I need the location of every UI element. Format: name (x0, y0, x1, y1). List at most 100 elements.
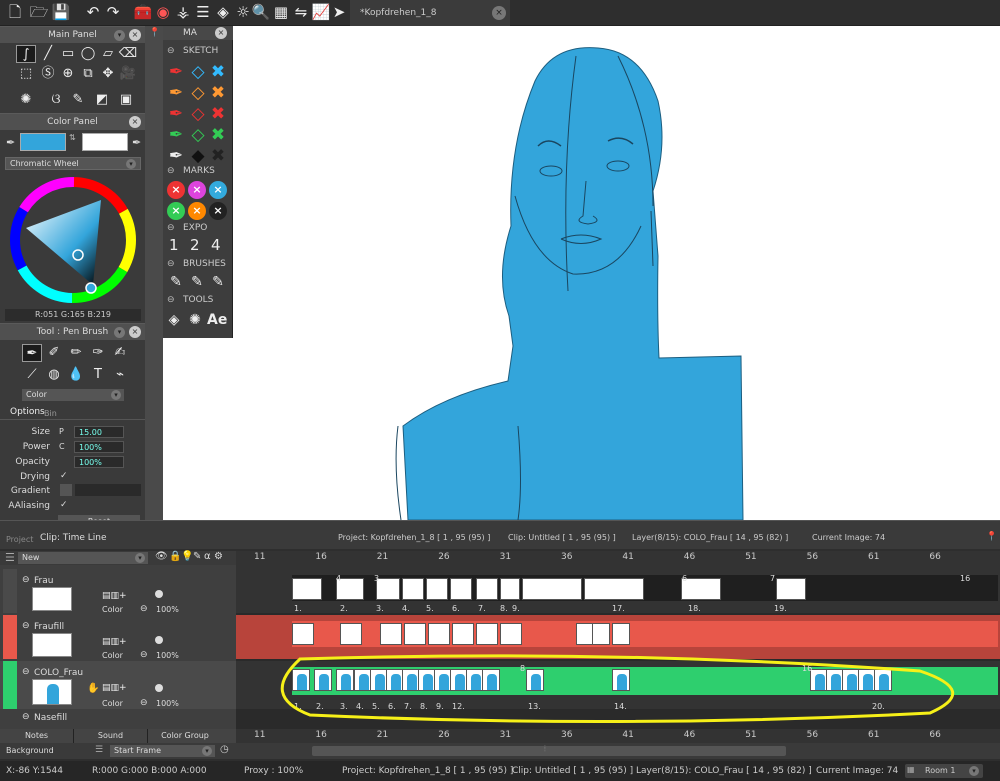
close-panel-icon[interactable]: × (215, 27, 227, 39)
bucket-icon[interactable]: ◈ (212, 2, 234, 24)
pen-black-icon[interactable]: ✒ (167, 147, 185, 165)
mark-orange-icon[interactable]: × (188, 202, 206, 220)
marks-section-label[interactable]: MARKS (163, 164, 233, 178)
tab-bin[interactable]: Bin (44, 409, 57, 418)
panel-menu-icon[interactable]: ▾ (114, 30, 125, 41)
new-file-icon[interactable]: 🗋 (4, 2, 26, 24)
save-icon[interactable]: 💾 (50, 2, 72, 24)
layer-row-nasefill[interactable]: ⊖ Nasefill (0, 711, 236, 725)
polygon-tool-icon[interactable]: ▱ (98, 45, 118, 63)
expo-section-label[interactable]: EXPO (163, 221, 233, 235)
brush-preset-2-icon[interactable]: ✎ (188, 273, 206, 291)
line-tool-icon[interactable]: ╱ (38, 45, 58, 63)
collapse-icon[interactable]: ⊖ (22, 712, 30, 722)
clear-red-icon[interactable]: ✖ (209, 105, 227, 123)
smooth-tool-icon[interactable]: ଓ (46, 91, 66, 109)
lightbox-icon[interactable]: ⚶ (172, 2, 194, 24)
collapse-icon[interactable]: ⊖ (22, 621, 30, 631)
gradient-preview[interactable] (75, 484, 141, 496)
frame-cell-frau[interactable] (376, 578, 400, 600)
zoom-icon[interactable]: 🔍 (250, 2, 272, 24)
layer-name[interactable]: Frau (34, 576, 53, 586)
ellipse-tool-icon[interactable]: ◯ (78, 45, 98, 63)
mark-red-icon[interactable]: × (167, 181, 185, 199)
foreground-color-swatch[interactable] (20, 133, 66, 151)
layer-name[interactable]: COLO_Frau (34, 668, 83, 678)
pen-brush-icon[interactable]: ✒ (22, 344, 42, 362)
layer-stack-icon[interactable]: ☰ (5, 551, 15, 564)
smudge-icon[interactable]: ⟋ (22, 366, 42, 384)
clear-blue-icon[interactable]: ✖ (209, 63, 227, 81)
eraser-tool-icon[interactable]: ⌫ (118, 45, 138, 63)
aaliasing-check-icon[interactable]: ✓ (60, 500, 68, 510)
visibility-icon[interactable]: 👁 (155, 551, 168, 562)
frame-cell-frau[interactable] (402, 578, 424, 600)
brush-color-dropdown[interactable]: Color ▾ (22, 389, 124, 401)
frame-cell-fraufill[interactable] (428, 623, 450, 645)
frame-cell-fraufill[interactable] (452, 623, 474, 645)
frame-cell-frau[interactable] (522, 578, 582, 600)
opacity-minus-icon[interactable]: ⊖ (140, 650, 148, 660)
timeline-scrollbar[interactable]: ⦙ (312, 744, 786, 756)
pencil-brush-icon[interactable]: ✐ (44, 344, 64, 362)
size-mode[interactable]: P (59, 427, 64, 436)
camera-tool-icon[interactable]: 🎥 (118, 65, 138, 83)
panel-menu-icon[interactable]: ▾ (114, 327, 125, 338)
send-icon[interactable]: ➤ (328, 2, 350, 24)
room-selector[interactable]: ▦ Room 1 ▾ (905, 764, 983, 778)
diamond-orange-icon[interactable]: ◇ (189, 84, 207, 102)
bone-tool-icon[interactable]: ✺ (186, 311, 204, 329)
color-mode-dropdown[interactable]: Chromatic Wheel ▾ (5, 157, 141, 170)
tab-sound[interactable]: Sound (74, 729, 148, 743)
expo-4-button[interactable]: 4 (211, 236, 221, 254)
diamond-green-icon[interactable]: ◇ (189, 126, 207, 144)
brush-preset-1-icon[interactable]: ✎ (167, 273, 185, 291)
background-color-swatch[interactable] (82, 133, 128, 151)
frame-cell-frau[interactable] (776, 578, 806, 600)
mark-black-icon[interactable]: × (209, 202, 227, 220)
layer-row-fraufill[interactable]: ⊖ Fraufill ▤▥+ Color ⊖ 100% (0, 615, 236, 660)
select-rect-icon[interactable]: ⬚ (16, 65, 36, 83)
marker-brush-icon[interactable]: ✏ (66, 344, 86, 362)
visibility-dot[interactable] (155, 684, 163, 692)
hand-icon[interactable]: ✋ (87, 683, 99, 694)
onion-skin-icon[interactable]: ⚙ (214, 551, 223, 562)
opacity-field[interactable]: 100% (74, 456, 124, 468)
frame-cell-fraufill[interactable] (292, 623, 314, 645)
pencil-icon[interactable]: ✎ (193, 551, 201, 562)
frame-cell-fraufill[interactable] (476, 623, 498, 645)
drawing-canvas[interactable] (163, 26, 1000, 521)
diamond-blue-icon[interactable]: ◇ (189, 63, 207, 81)
pin-icon[interactable]: 📍 (149, 28, 160, 38)
visibility-dot[interactable] (155, 636, 163, 644)
redo-icon[interactable]: ↷ (102, 2, 124, 24)
open-file-icon[interactable]: 🗁 (28, 2, 50, 24)
water-icon[interactable]: 💧 (66, 366, 86, 384)
eyedropper-icon[interactable]: ✒ (132, 136, 141, 149)
alpha-icon[interactable]: α (204, 551, 211, 562)
timeline-tracks[interactable]: 1. 2. 3. 4. 5. 6. 7. 8. 9. 17. 18. 19. 4 3 6 7 16 1. 2. 3. 4… (236, 565, 1000, 745)
chromatic-wheel[interactable] (8, 175, 138, 305)
collapse-icon[interactable]: ⊖ (22, 667, 30, 677)
blend-icon[interactable]: ◍ (44, 366, 64, 384)
clear-orange-icon[interactable]: ✖ (209, 84, 227, 102)
select-lasso-icon[interactable]: Ⓢ (38, 65, 58, 83)
eyedropper-icon[interactable]: ✒ (6, 136, 15, 149)
pen-green-icon[interactable]: ✒ (167, 126, 185, 144)
mark-blue-icon[interactable]: × (209, 181, 227, 199)
tab-clip-timeline[interactable]: Clip: Time Line (40, 533, 107, 543)
layer-opacity[interactable]: 100% (156, 651, 179, 660)
frame-cell-frau[interactable] (426, 578, 448, 600)
flip-icon[interactable]: ⇋ (290, 2, 312, 24)
power-field[interactable]: 100% (74, 441, 124, 453)
layer-mode-icon[interactable]: ▤▥+ (102, 637, 127, 647)
tab-notes[interactable]: Notes (0, 729, 74, 743)
mark-green-icon[interactable]: × (167, 202, 185, 220)
layer-opacity[interactable]: 100% (156, 699, 179, 708)
fill-tool-icon[interactable]: ◈ (165, 311, 183, 329)
frame-cell-frau[interactable] (450, 578, 472, 600)
frame-cell-frau[interactable] (292, 578, 322, 600)
frame-ruler[interactable]: 11 16 21 26 31 36 41 46 51 56 61 66 (236, 551, 1000, 565)
text-tool-icon[interactable]: T (88, 366, 108, 384)
airbrush-icon[interactable]: ✍ (110, 344, 130, 362)
